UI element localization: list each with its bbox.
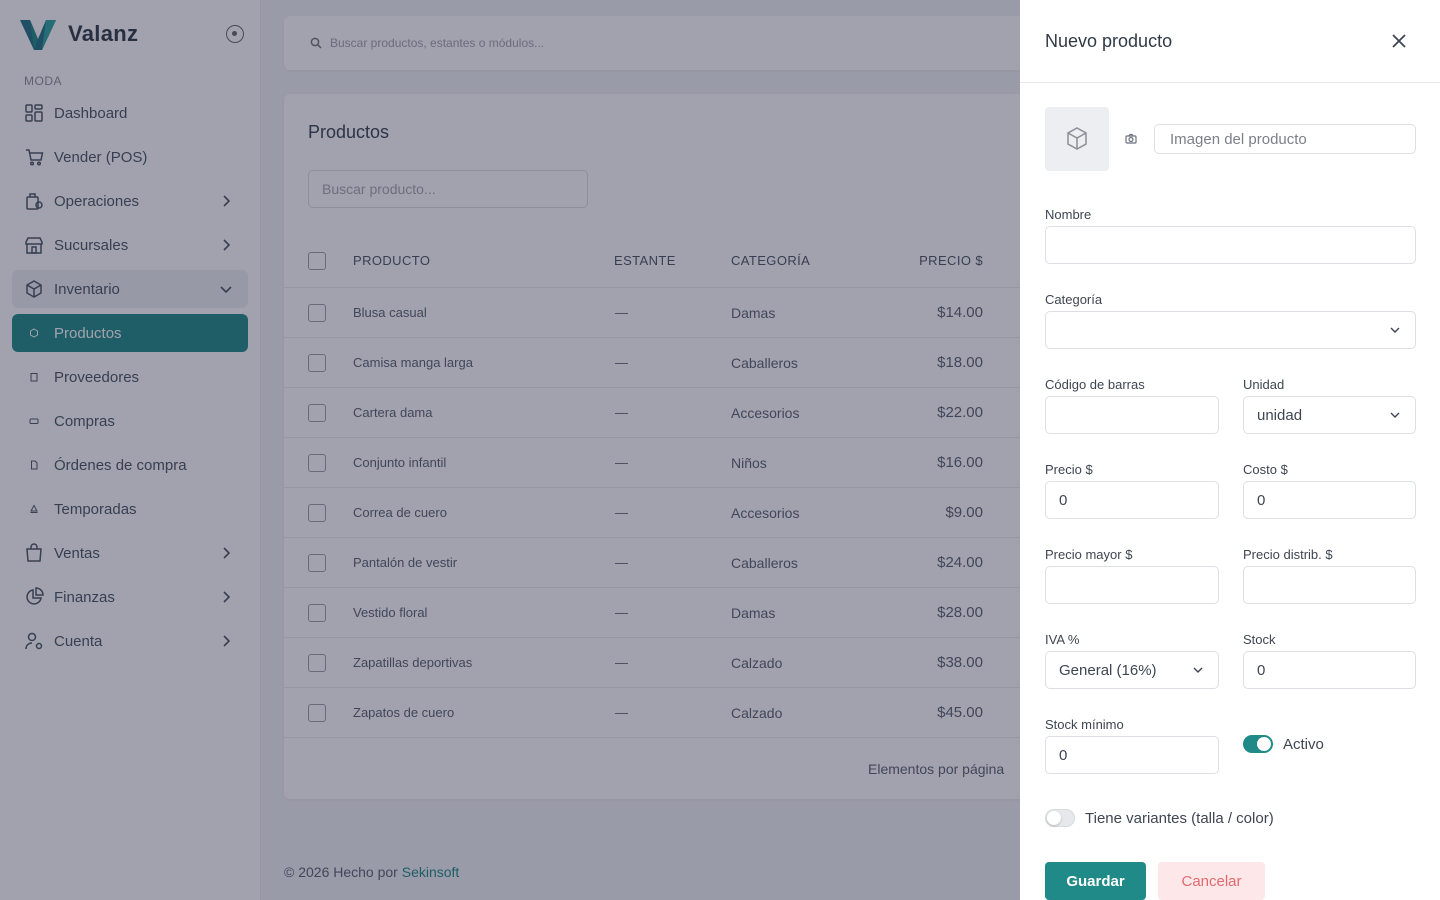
- product-image-input[interactable]: Imagen del producto: [1154, 124, 1416, 154]
- nombre-label: Nombre: [1045, 207, 1092, 222]
- chevron-down-icon: [1390, 412, 1400, 418]
- costo-label: Costo $: [1243, 462, 1288, 477]
- precio-label: Precio $: [1045, 462, 1093, 477]
- categoria-select[interactable]: [1045, 311, 1416, 349]
- drawer-title: Nuevo producto: [1045, 31, 1173, 51]
- stock-minimo-label: Stock mínimo: [1045, 717, 1124, 732]
- chevron-down-icon: [1193, 667, 1203, 673]
- modal-backdrop[interactable]: [0, 0, 1020, 900]
- activo-label: Activo: [1283, 736, 1324, 753]
- stock-label: Stock: [1243, 632, 1276, 647]
- chevron-down-icon: [1390, 327, 1400, 333]
- activo-toggle[interactable]: [1243, 735, 1273, 753]
- variantes-label: Tiene variantes (talla / color): [1085, 810, 1274, 827]
- iva-select[interactable]: General (16%): [1045, 651, 1219, 689]
- nombre-field[interactable]: [1045, 226, 1416, 264]
- precio-field[interactable]: 0: [1045, 481, 1219, 519]
- categoria-label: Categoría: [1045, 292, 1103, 307]
- precio-mayor-label: Precio mayor $: [1045, 547, 1133, 562]
- variantes-toggle[interactable]: [1045, 809, 1075, 827]
- close-icon[interactable]: [1388, 30, 1410, 52]
- new-product-drawer: Nuevo producto Imagen del producto Nombr…: [1020, 0, 1440, 900]
- costo-field[interactable]: 0: [1243, 481, 1416, 519]
- box-icon: [1067, 127, 1087, 150]
- iva-label: IVA %: [1045, 632, 1080, 647]
- stock-field[interactable]: 0: [1243, 651, 1416, 689]
- precio-mayor-field[interactable]: [1045, 566, 1219, 604]
- save-button[interactable]: Guardar: [1045, 862, 1146, 900]
- codigo-label: Código de barras: [1045, 377, 1145, 392]
- precio-distrib-label: Precio distrib. $: [1243, 547, 1333, 562]
- precio-distrib-field[interactable]: [1243, 566, 1416, 604]
- drawer-header: Nuevo producto: [1020, 0, 1440, 83]
- unidad-select[interactable]: unidad: [1243, 396, 1416, 434]
- cancel-button[interactable]: Cancelar: [1158, 862, 1265, 900]
- camera-icon[interactable]: [1125, 133, 1137, 145]
- unidad-label: Unidad: [1243, 377, 1285, 392]
- codigo-field[interactable]: [1045, 396, 1219, 434]
- iva-value: General (16%): [1059, 661, 1157, 679]
- stock-minimo-field[interactable]: 0: [1045, 736, 1219, 774]
- product-image-preview[interactable]: [1045, 107, 1109, 171]
- unidad-value: unidad: [1257, 406, 1303, 424]
